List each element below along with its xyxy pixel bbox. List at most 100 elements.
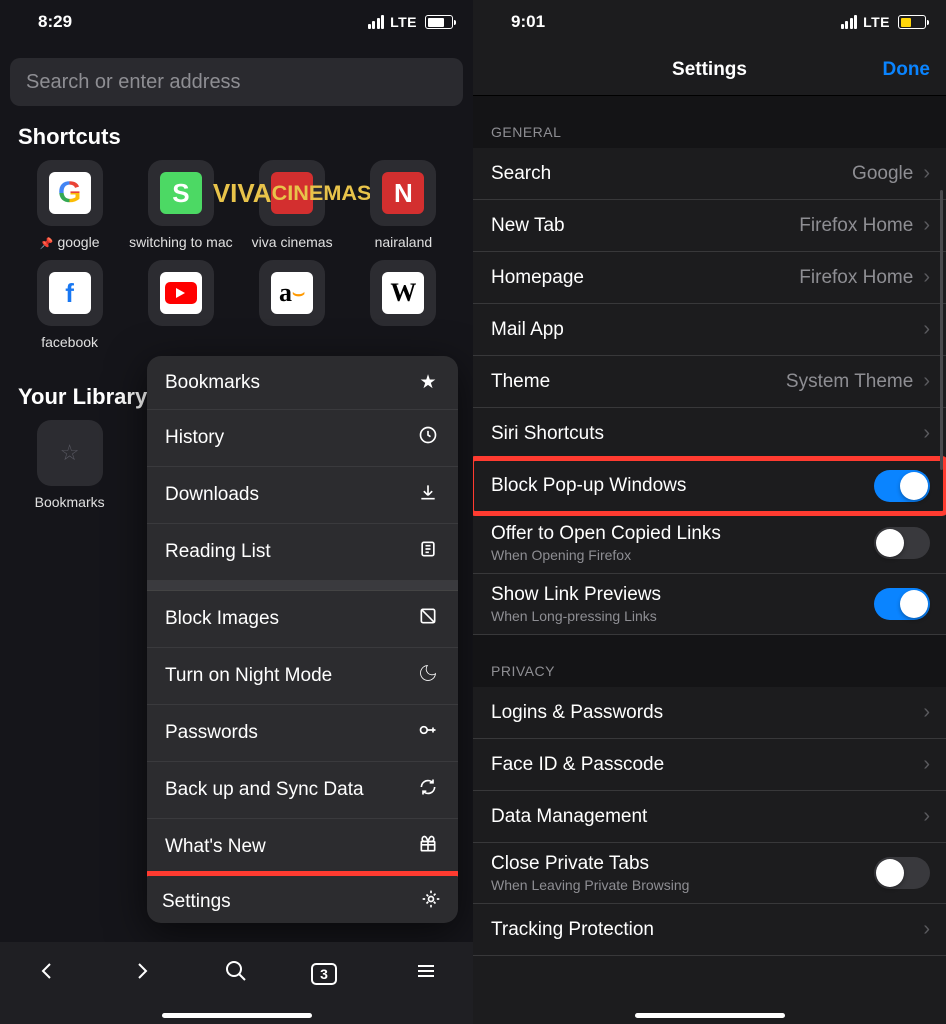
s-icon: S <box>160 172 202 214</box>
row-data-management[interactable]: Data Management › <box>473 791 946 843</box>
done-button[interactable]: Done <box>883 59 931 81</box>
shortcut-nairaland[interactable]: N nairaland <box>348 160 459 260</box>
menu-history[interactable]: History <box>147 410 458 467</box>
library-bookmarks-tile[interactable]: ☆ Bookmarks <box>14 420 125 520</box>
chevron-right-icon: › <box>923 214 930 237</box>
shortcut-viva-cinemas[interactable]: VIVACINEMAS viva cinemas <box>237 160 348 260</box>
shortcuts-grid: G 📌google S switching to mac VIVACINEMAS… <box>0 160 473 360</box>
menu-block-images[interactable]: Block Images <box>147 591 458 648</box>
clock-icon <box>416 425 440 451</box>
pin-icon: 📌 <box>40 238 54 250</box>
row-block-popup[interactable]: Block Pop-up Windows <box>473 460 946 513</box>
row-logins-passwords[interactable]: Logins & Passwords › <box>473 687 946 739</box>
battery-icon-low <box>898 15 926 29</box>
signal-icon <box>841 15 858 29</box>
menu-night-mode[interactable]: Turn on Night Mode <box>147 648 458 705</box>
row-faceid-passcode[interactable]: Face ID & Passcode › <box>473 739 946 791</box>
menu-settings[interactable]: Settings <box>147 871 458 923</box>
settings-list: GENERAL Search Google › New Tab Firefox … <box>473 96 946 956</box>
tabs-button[interactable]: 3 <box>311 963 351 985</box>
scroll-indicator <box>940 190 943 470</box>
row-tracking-protection[interactable]: Tracking Protection › <box>473 904 946 956</box>
menu-separator <box>147 581 458 591</box>
key-icon <box>416 720 440 746</box>
shortcut-wikipedia[interactable]: W <box>348 260 459 360</box>
chevron-right-icon: › <box>923 162 930 185</box>
home-indicator <box>635 1013 785 1018</box>
shortcut-google[interactable]: G 📌google <box>14 160 125 260</box>
home-indicator <box>162 1013 312 1018</box>
tab-count: 3 <box>311 963 337 985</box>
youtube-icon <box>160 272 202 314</box>
toggle-block-popup[interactable] <box>874 470 930 502</box>
status-right: LTE <box>368 14 453 30</box>
facebook-icon: f <box>49 272 91 314</box>
row-copied-links[interactable]: Offer to Open Copied Links When Opening … <box>473 513 946 574</box>
chevron-right-icon: › <box>923 805 930 828</box>
menu-downloads[interactable]: Downloads <box>147 467 458 524</box>
search-button[interactable] <box>216 959 256 989</box>
toggle-close-private[interactable] <box>874 857 930 889</box>
row-siri-shortcuts[interactable]: Siri Shortcuts › <box>473 408 946 460</box>
shortcut-switching-to-mac[interactable]: S switching to mac <box>125 160 236 260</box>
chevron-right-icon: › <box>923 422 930 445</box>
settings-title: Settings <box>473 59 946 81</box>
gift-icon <box>416 834 440 860</box>
sync-icon <box>416 777 440 803</box>
menu-passwords[interactable]: Passwords <box>147 705 458 762</box>
section-general: GENERAL <box>473 96 946 148</box>
moon-icon <box>416 663 440 689</box>
bottom-toolbar: 3 <box>0 942 473 1024</box>
row-theme[interactable]: Theme System Theme › <box>473 356 946 408</box>
block-image-icon <box>416 606 440 632</box>
phone-left-home: 8:29 LTE Search or enter address Shortcu… <box>0 0 473 1024</box>
forward-button[interactable] <box>122 959 162 989</box>
address-placeholder: Search or enter address <box>26 71 241 94</box>
menu-bookmarks[interactable]: Bookmarks ★ <box>147 356 458 410</box>
battery-icon <box>425 15 453 29</box>
row-close-private-tabs[interactable]: Close Private Tabs When Leaving Private … <box>473 843 946 904</box>
chevron-right-icon: › <box>923 266 930 289</box>
signal-icon <box>368 15 385 29</box>
chevron-right-icon: › <box>923 918 930 941</box>
main-menu: Bookmarks ★ History Downloads Reading Li… <box>147 356 458 923</box>
amazon-icon: a⌣ <box>271 272 313 314</box>
chevron-right-icon: › <box>923 701 930 724</box>
toggle-copied-links[interactable] <box>874 527 930 559</box>
carrier-label: LTE <box>863 14 890 30</box>
address-bar[interactable]: Search or enter address <box>10 58 463 106</box>
viva-icon: VIVACINEMAS <box>271 172 313 214</box>
menu-button[interactable] <box>406 959 446 989</box>
row-link-previews[interactable]: Show Link Previews When Long-pressing Li… <box>473 574 946 635</box>
status-time: 9:01 <box>511 12 545 32</box>
star-icon: ★ <box>416 371 440 394</box>
star-outline-icon: ☆ <box>60 440 80 466</box>
shortcut-amazon[interactable]: a⌣ <box>237 260 348 360</box>
section-privacy: PRIVACY <box>473 635 946 687</box>
google-icon: G <box>49 172 91 214</box>
back-button[interactable] <box>27 959 67 989</box>
toggle-link-previews[interactable] <box>874 588 930 620</box>
status-right: LTE <box>841 14 926 30</box>
chevron-right-icon: › <box>923 318 930 341</box>
chevron-right-icon: › <box>923 753 930 776</box>
shortcut-youtube[interactable] <box>125 260 236 360</box>
menu-backup-sync[interactable]: Back up and Sync Data <box>147 762 458 819</box>
status-time: 8:29 <box>38 12 72 32</box>
phone-right-settings: 9:01 LTE Settings Done GENERAL Search Go… <box>473 0 946 1024</box>
shortcut-facebook[interactable]: f facebook <box>14 260 125 360</box>
row-new-tab[interactable]: New Tab Firefox Home › <box>473 200 946 252</box>
row-homepage[interactable]: Homepage Firefox Home › <box>473 252 946 304</box>
settings-header: Settings Done <box>473 44 946 96</box>
shortcuts-title: Shortcuts <box>0 120 473 160</box>
menu-reading-list[interactable]: Reading List <box>147 524 458 581</box>
row-search[interactable]: Search Google › <box>473 148 946 200</box>
status-bar: 8:29 LTE <box>0 0 473 44</box>
menu-whats-new[interactable]: What's New <box>147 819 458 876</box>
chevron-right-icon: › <box>923 370 930 393</box>
row-mail-app[interactable]: Mail App › <box>473 304 946 356</box>
wikipedia-icon: W <box>382 272 424 314</box>
carrier-label: LTE <box>390 14 417 30</box>
n-icon: N <box>382 172 424 214</box>
status-bar: 9:01 LTE <box>473 0 946 44</box>
